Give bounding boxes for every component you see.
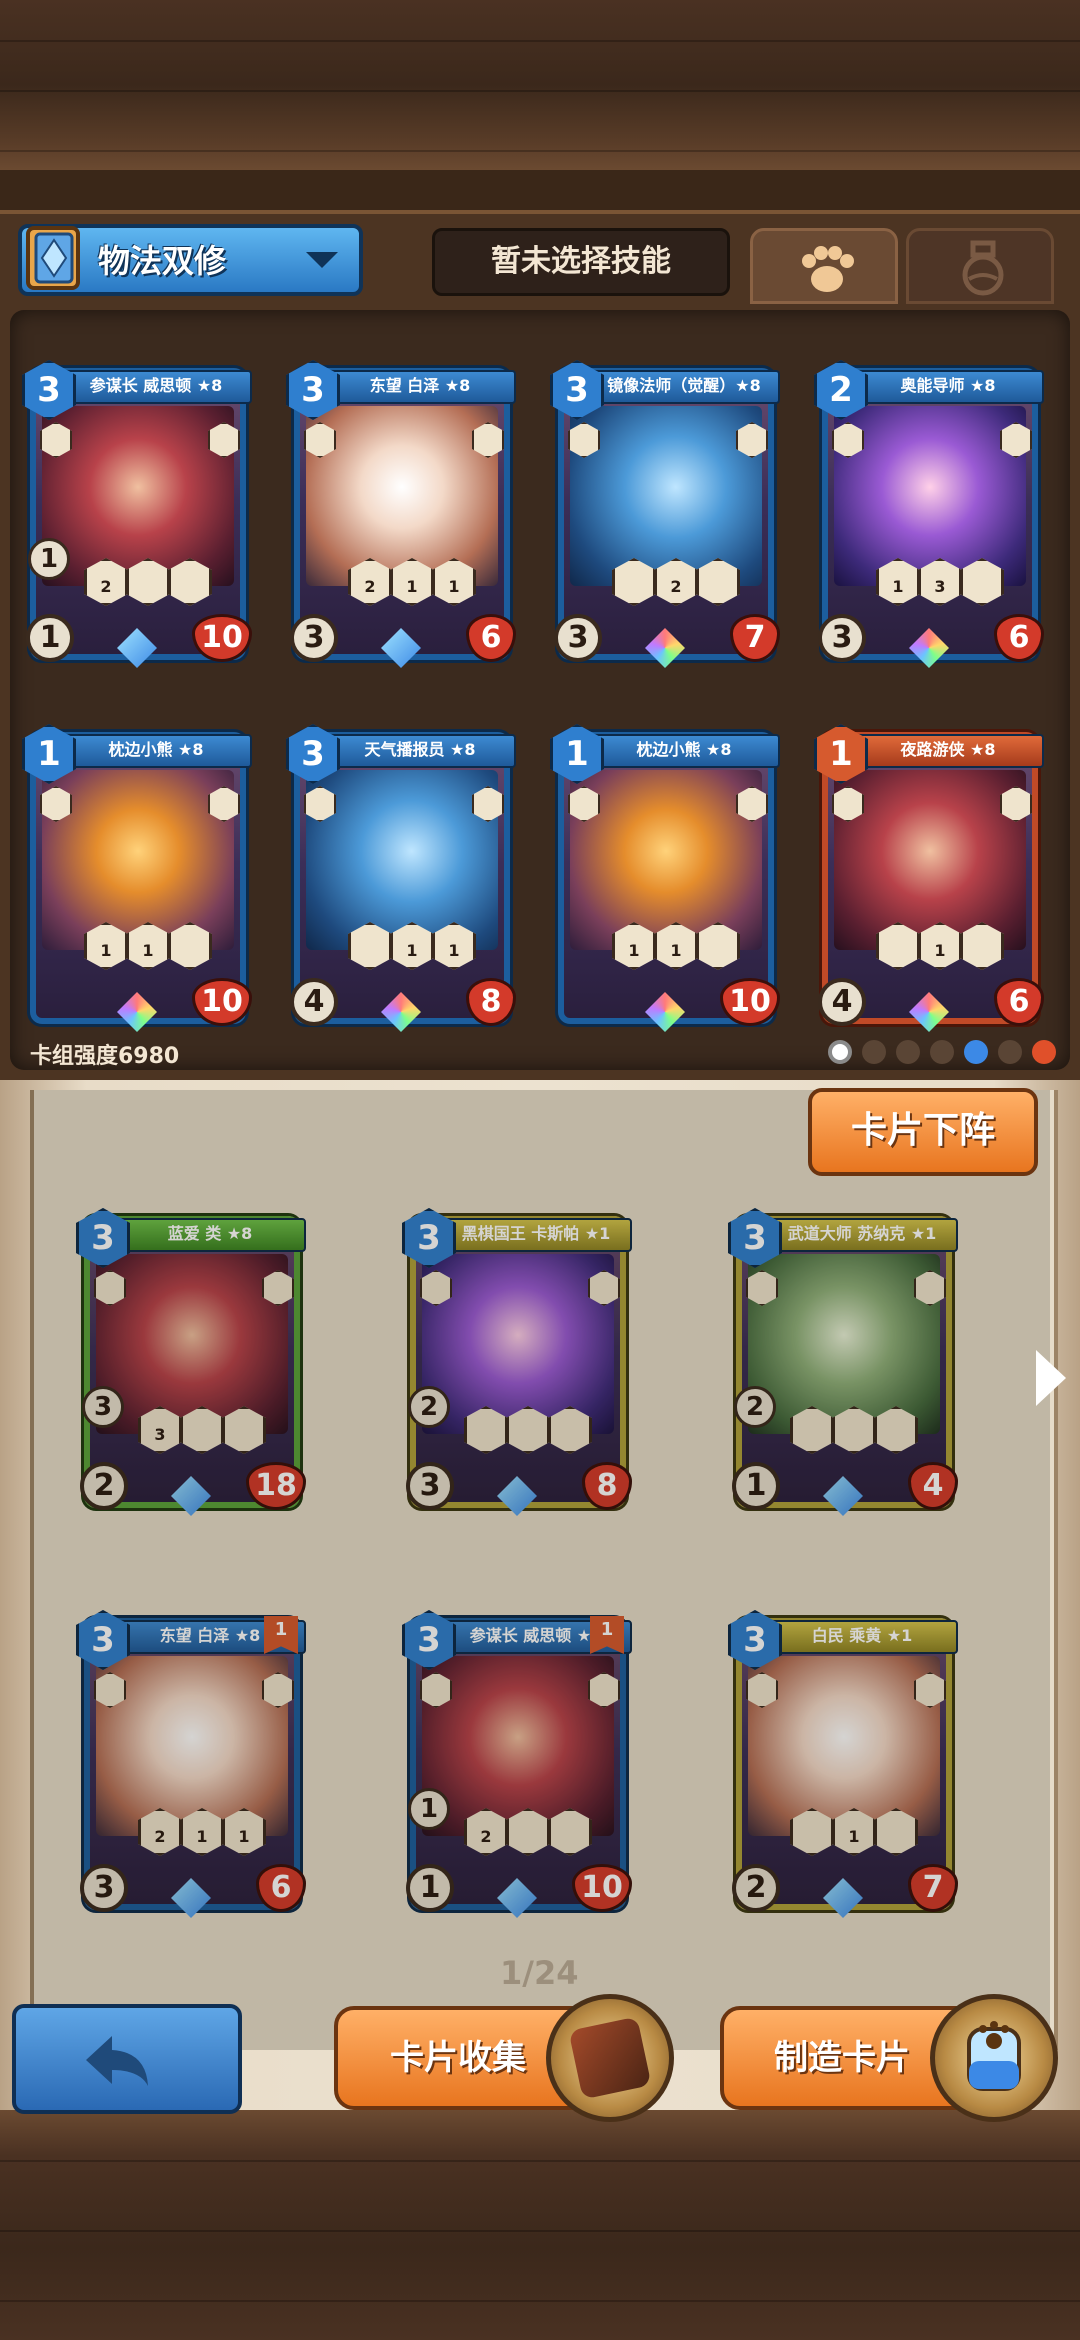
- deck-name[interactable]: 物法双修: [98, 236, 226, 282]
- card-name: 天气播报员 ★8: [324, 734, 516, 768]
- wood-grain: [0, 2160, 1080, 2162]
- card-hp: 6: [994, 978, 1044, 1026]
- card-hp: 8: [466, 978, 516, 1026]
- card-deck-icon: [568, 2016, 652, 2100]
- top-wood-border: [0, 0, 1080, 170]
- card-name: 镜像法师（觉醒）★8: [588, 370, 780, 404]
- skill-select-button[interactable]: 暂未选择技能: [432, 228, 730, 296]
- card[interactable]: 枕边小熊 ★8 1 1 1 10: [22, 724, 254, 1036]
- wood-grain: [0, 2230, 1080, 2232]
- card[interactable]: 天气播报员 ★8 3 1 1 4 8: [286, 724, 518, 1036]
- card-extra-stat: 1: [28, 538, 70, 580]
- craft-card-badge[interactable]: [930, 1994, 1058, 2122]
- paw-icon[interactable]: [862, 1040, 886, 1064]
- card-hp: 6: [466, 614, 516, 662]
- card-name: 枕边小熊 ★8: [60, 734, 252, 768]
- card-name: 夜路游侠 ★8: [852, 734, 1044, 768]
- potion-icon: [962, 240, 1004, 296]
- deck-book-icon: [26, 226, 80, 290]
- back-arrow-icon: [86, 2036, 148, 2086]
- element-filters: [828, 1040, 1056, 1064]
- card[interactable]: 枕边小熊 ★8 1 1 1 10: [550, 724, 782, 1036]
- tab-paw[interactable]: [750, 228, 898, 304]
- card-name: 枕边小熊 ★8: [588, 734, 780, 768]
- card[interactable]: 镜像法师（觉醒）★8 3 2 3 7: [550, 360, 782, 672]
- card[interactable]: 夜路游侠 ★8 1 1 4 6: [814, 724, 1046, 1036]
- tab-potion[interactable]: [906, 228, 1054, 304]
- card-attack: 3: [290, 614, 338, 662]
- wing-icon[interactable]: [998, 1040, 1022, 1064]
- remove-card-button[interactable]: 卡片下阵: [808, 1088, 1038, 1176]
- wood-grain: [0, 40, 1080, 42]
- all-icon[interactable]: [828, 1040, 852, 1064]
- collection-dim-overlay: [30, 1090, 1050, 2050]
- deck-power: 卡组强度6980: [30, 1044, 180, 1069]
- card[interactable]: 参谋长 威思顿 ★8 3 2 1 1 10: [22, 360, 254, 672]
- bottom-wood-border: [0, 2110, 1080, 2340]
- card-hp: 6: [994, 614, 1044, 662]
- skull-icon[interactable]: [930, 1040, 954, 1064]
- page-indicator: 1/24: [500, 1954, 579, 1992]
- next-page-arrow-icon[interactable]: [1036, 1350, 1066, 1406]
- water-icon[interactable]: [964, 1040, 988, 1064]
- card[interactable]: 东望 白泽 ★8 3 2 1 1 3 6: [286, 360, 518, 672]
- card-attack: 4: [290, 978, 338, 1026]
- card-name: 奥能导师 ★8: [852, 370, 1044, 404]
- card-attack: 3: [554, 614, 602, 662]
- wood-grain: [0, 150, 1080, 152]
- wood-grain: [0, 2300, 1080, 2302]
- card-hp: 7: [730, 614, 780, 662]
- paw-icon: [802, 246, 854, 292]
- card[interactable]: 奥能导师 ★8 2 1 3 3 6: [814, 360, 1046, 672]
- card-name: 东望 白泽 ★8: [324, 370, 516, 404]
- wood-grain: [0, 90, 1080, 92]
- potion-jar-icon: [967, 2021, 1021, 2091]
- card-name: 参谋长 威思顿 ★8: [60, 370, 252, 404]
- card-attack: 1: [26, 614, 74, 662]
- fire-icon[interactable]: [1032, 1040, 1056, 1064]
- chevron-down-icon[interactable]: [306, 252, 338, 268]
- card-attack: 4: [818, 978, 866, 1026]
- card-collection-badge[interactable]: [546, 1994, 674, 2122]
- card-attack: 3: [818, 614, 866, 662]
- leaf-icon[interactable]: [896, 1040, 920, 1064]
